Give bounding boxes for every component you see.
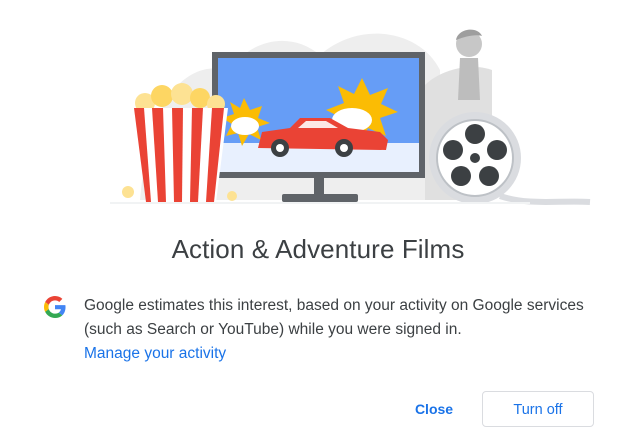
google-g-logo-icon	[44, 296, 66, 318]
interest-description: Google estimates this interest, based on…	[84, 297, 584, 338]
film-reel	[429, 112, 591, 205]
interest-dialog: Action & Adventure Films Google estimate…	[0, 0, 636, 447]
dialog-title: Action & Adventure Films	[171, 234, 465, 264]
action-adventure-films-illustration	[110, 29, 591, 205]
manage-activity-link[interactable]: Manage your activity	[84, 342, 226, 366]
turn-off-button[interactable]: Turn off	[482, 391, 594, 427]
close-button[interactable]: Close	[402, 393, 466, 425]
